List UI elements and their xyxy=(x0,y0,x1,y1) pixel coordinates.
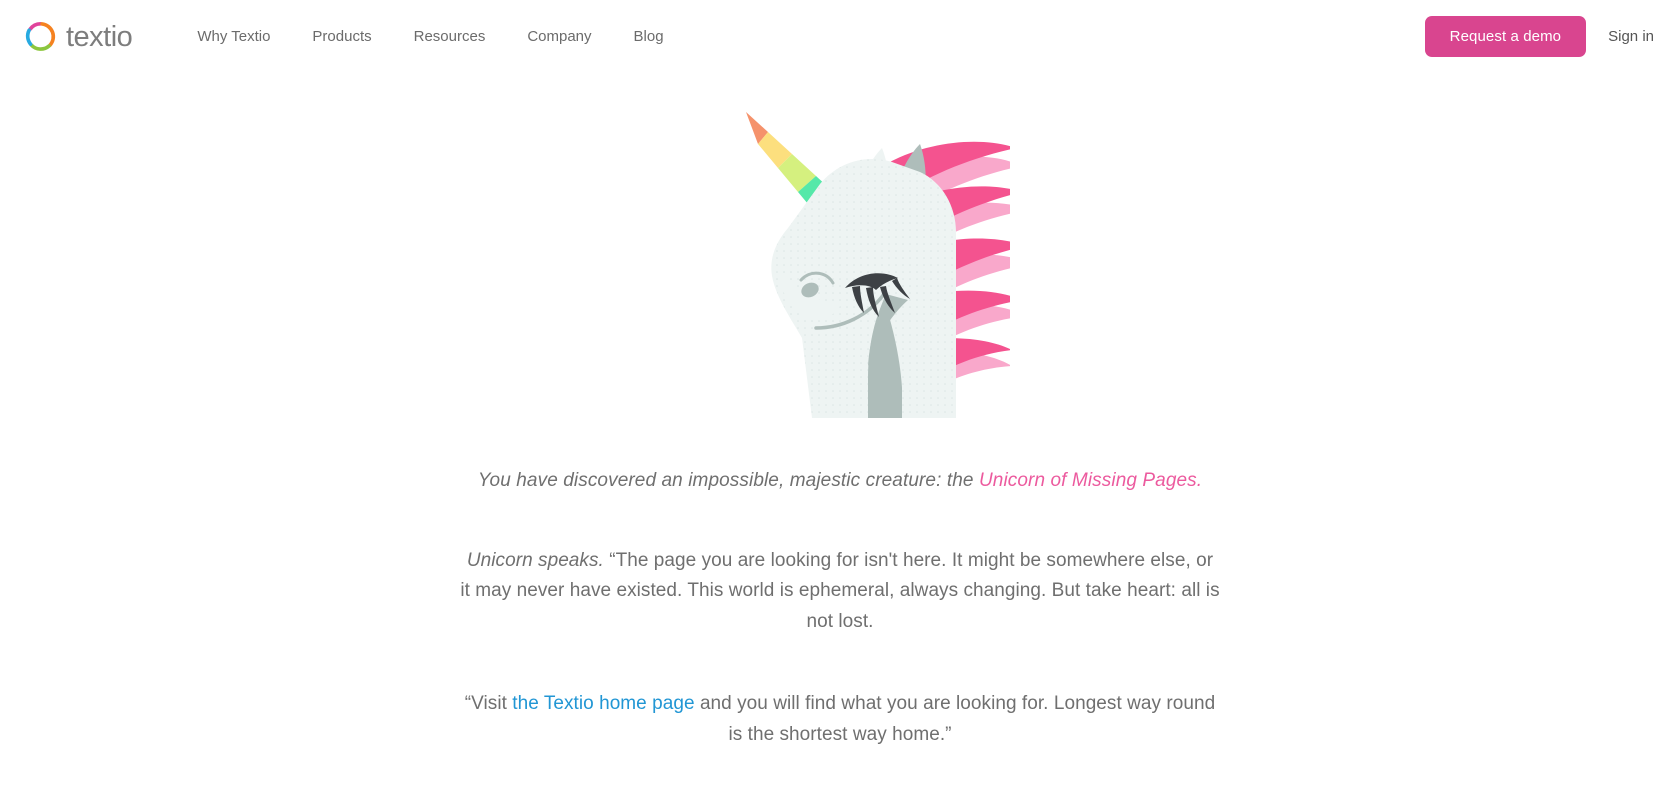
lede-text: You have discovered an impossible, majes… xyxy=(477,470,979,491)
nav-company[interactable]: Company xyxy=(506,20,612,53)
error-page-main: You have discovered an impossible, majes… xyxy=(0,72,1680,750)
nav-blog[interactable]: Blog xyxy=(613,20,685,53)
brand-logo-link[interactable]: textio xyxy=(24,20,133,53)
paragraph-one: Unicorn speaks. “The page you are lookin… xyxy=(460,546,1220,638)
textio-ring-logo-icon xyxy=(24,20,57,53)
textio-home-page-link[interactable]: the Textio home page xyxy=(512,693,694,714)
lede-accent: Unicorn of Missing Pages. xyxy=(978,470,1203,491)
lede-line: You have discovered an impossible, majes… xyxy=(460,467,1220,495)
header-actions: Request a demo Sign in xyxy=(1424,15,1658,57)
paragraph-two: “Visit the Textio home page and you will… xyxy=(460,689,1220,751)
paragraph-two-before: “Visit xyxy=(464,692,513,714)
error-copy-block: You have discovered an impossible, majes… xyxy=(460,467,1220,750)
nav-products[interactable]: Products xyxy=(291,20,392,53)
nav-resources[interactable]: Resources xyxy=(393,20,507,53)
site-header: textio Why Textio Products Resources Com… xyxy=(0,0,1680,72)
paragraph-two-after: and you will find what you are looking f… xyxy=(694,692,1216,745)
sign-in-link[interactable]: Sign in xyxy=(1604,22,1658,51)
primary-navigation: Why Textio Products Resources Company Bl… xyxy=(176,20,684,53)
nav-why-textio[interactable]: Why Textio xyxy=(176,20,291,53)
unicorn-speaks-label: Unicorn speaks. xyxy=(466,549,604,571)
unicorn-illustration xyxy=(670,88,1010,428)
request-demo-button[interactable]: Request a demo xyxy=(1424,15,1587,57)
brand-wordmark: textio xyxy=(66,20,133,53)
